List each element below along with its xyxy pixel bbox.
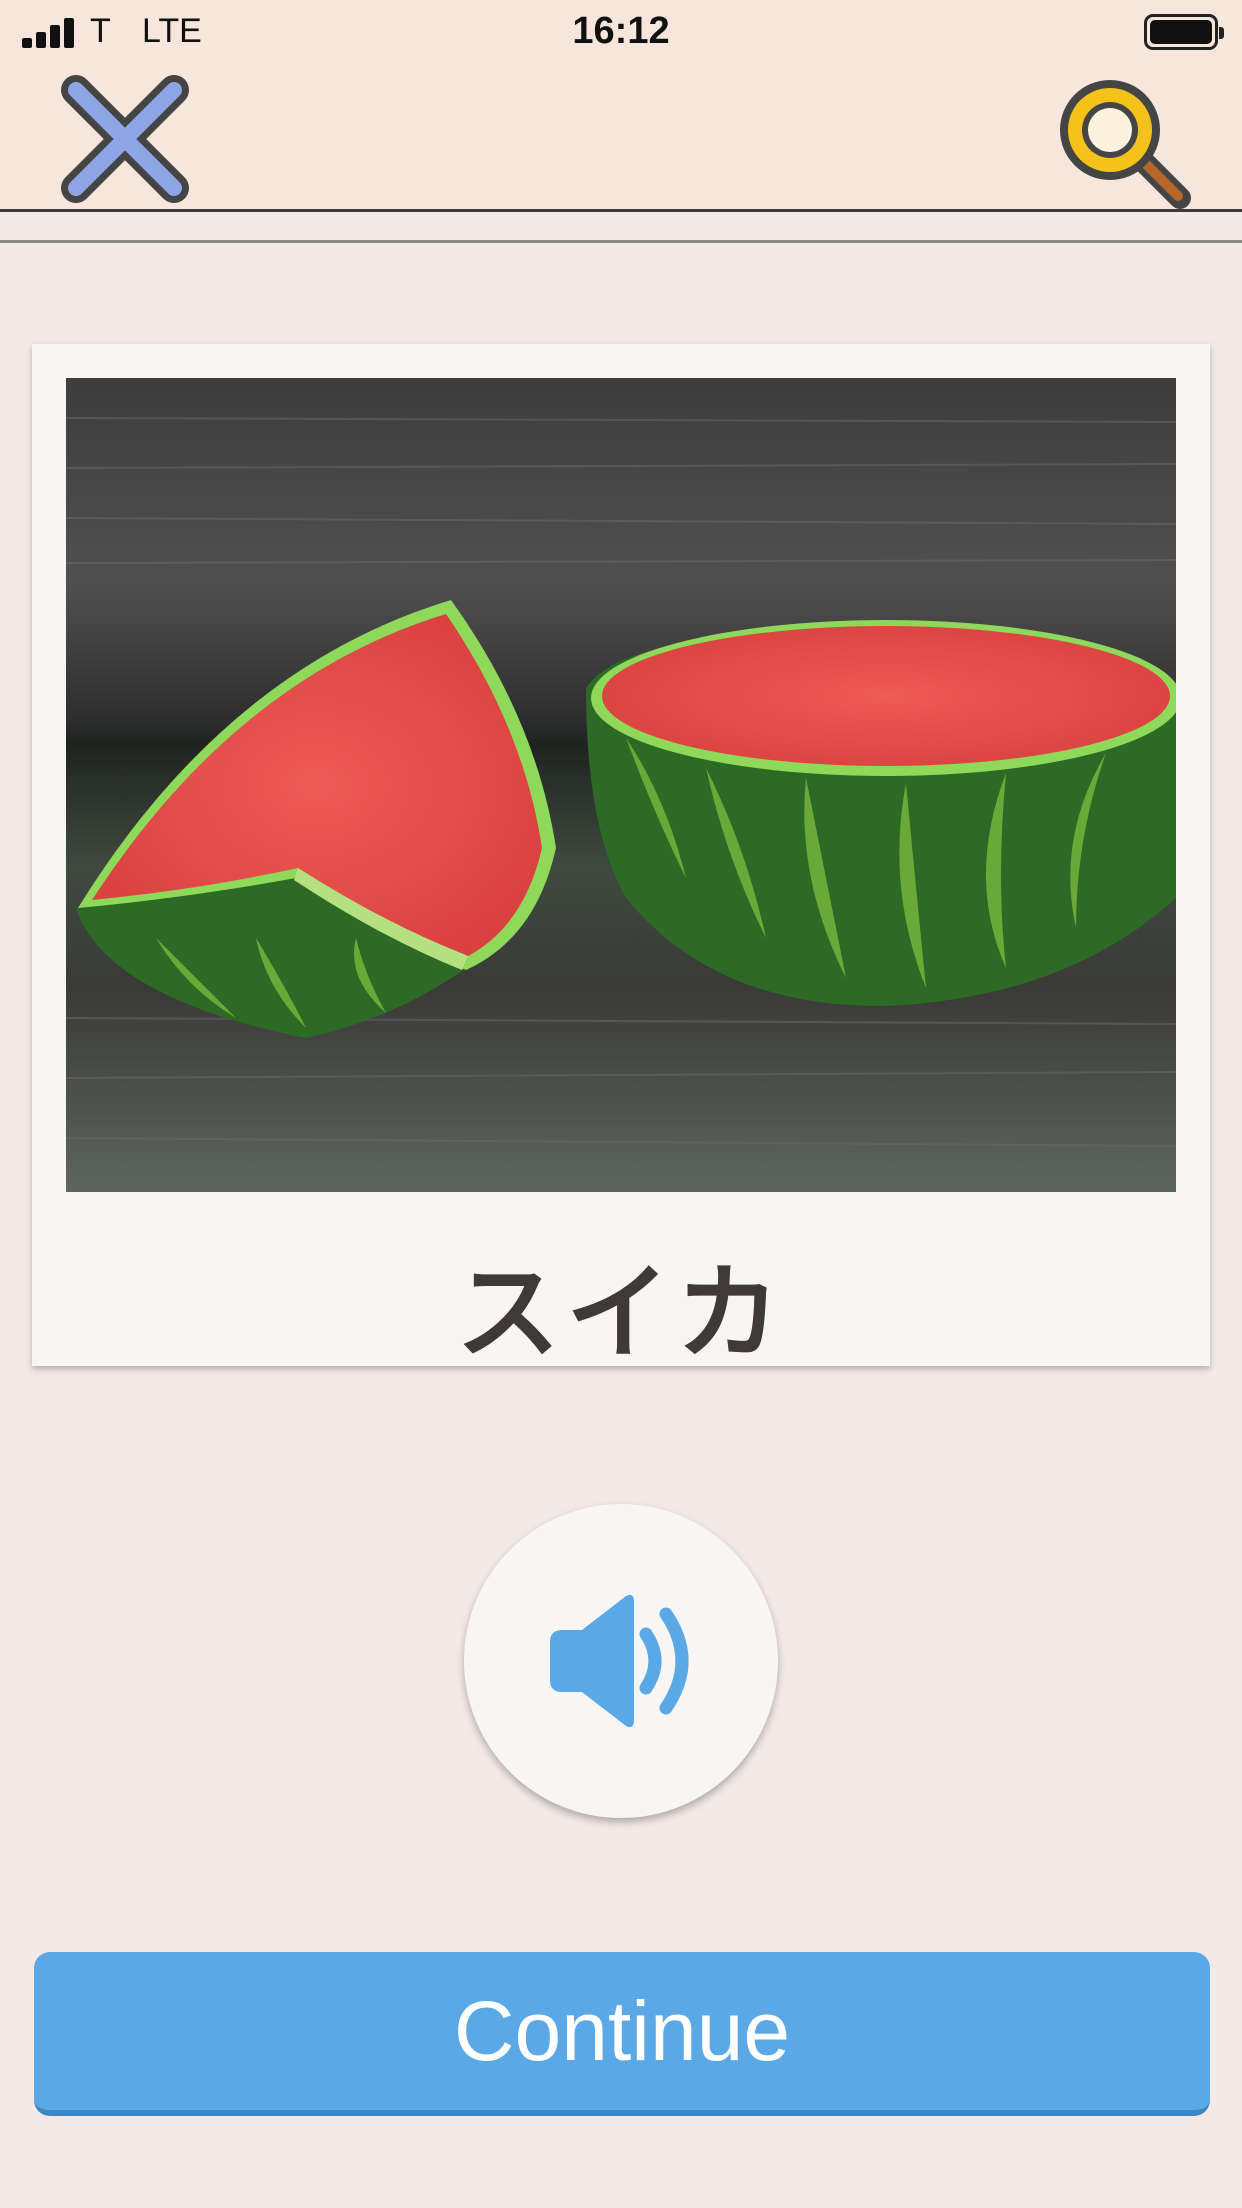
divider [0, 240, 1242, 243]
watermelon-photo [66, 378, 1176, 1192]
continue-button[interactable]: Continue [34, 1952, 1210, 2116]
flashcard-word: スイカ [455, 1252, 786, 1374]
search-icon [1060, 80, 1191, 209]
battery-icon [1144, 14, 1224, 50]
close-icon [61, 75, 189, 203]
status-time: 16:12 [572, 10, 670, 52]
speaker-icon [550, 1594, 689, 1728]
top-bar [0, 66, 1242, 212]
play-audio-button[interactable] [464, 1504, 778, 1818]
flashcard: スイカ [32, 344, 1210, 1374]
search-button[interactable] [1044, 70, 1194, 210]
status-bar: T LTE 16:12 [0, 0, 1242, 66]
close-button[interactable] [60, 74, 190, 204]
